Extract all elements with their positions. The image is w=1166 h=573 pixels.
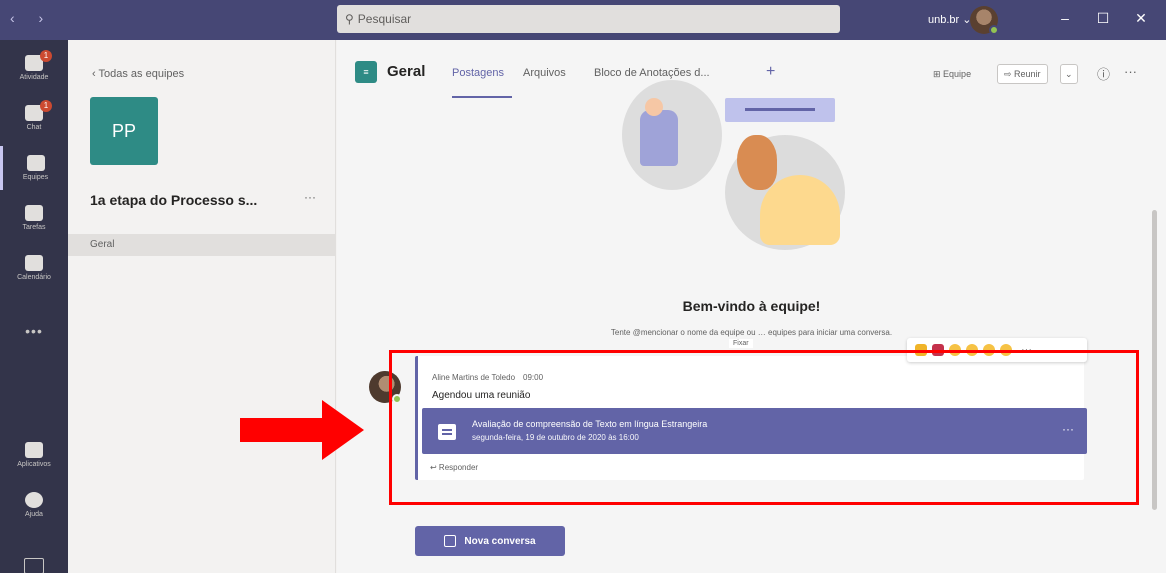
maximize-button[interactable]: ☐ (1093, 10, 1113, 27)
all-teams-link[interactable]: ‹ Todas as equipes (92, 68, 184, 80)
rail-item-calendar[interactable]: Calendário (0, 246, 68, 290)
illustration-person (760, 175, 840, 245)
notification-badge: 1 (40, 100, 52, 112)
info-icon[interactable]: ⓘ (1097, 64, 1110, 83)
illustration-person (640, 110, 678, 166)
tab-bloco-de-anotacoes[interactable]: Bloco de Anotações d... (594, 67, 710, 79)
channel-item-geral[interactable]: Geral (68, 234, 336, 256)
app-rail: Atividade 1 Chat 1 Equipes Tarefas Calen… (0, 40, 68, 573)
assignments-icon (25, 205, 43, 221)
rail-item-teams[interactable]: Equipes (0, 146, 68, 190)
rail-label: Aplicativos (17, 461, 51, 468)
meet-button[interactable]: ⇨ Reunir (997, 64, 1048, 84)
tenant-switcher[interactable]: unb.br ⌄ (928, 13, 971, 26)
rail-label: Chat (26, 124, 42, 131)
teams-pane: ‹ Todas as equipes PP 1a etapa do Proces… (68, 40, 336, 573)
teams-icon (26, 155, 45, 171)
team-avatar: PP (90, 97, 158, 165)
more-options-icon[interactable]: ··· (1124, 64, 1137, 79)
meet-button-label: Reunir (1014, 69, 1041, 79)
highlight-box (389, 350, 1139, 505)
rail-item-activity[interactable]: Atividade 1 (0, 46, 68, 90)
notification-badge: 1 (40, 50, 52, 62)
red-arrow-icon (240, 400, 364, 460)
illustration-card (725, 98, 835, 122)
channel-header: ≡ Geral Postagens Arquivos Bloco de Anot… (337, 40, 1166, 98)
team-button-label: Equipe (943, 69, 972, 79)
illustration-hair (737, 135, 777, 190)
presence-dot (989, 25, 999, 35)
rail-item-chat[interactable]: Chat 1 (0, 96, 68, 140)
title-bar: ‹ › ⚲ Pesquisar unb.br ⌄ – ☐ ✕ (0, 0, 1166, 40)
welcome-subtitle: Tente @mencionar o nome da equipe ou … e… (610, 328, 893, 337)
active-tab-indicator (452, 96, 512, 98)
tab-postagens[interactable]: Postagens (452, 67, 504, 79)
calendar-icon (25, 255, 43, 271)
team-icon: ⊞ (933, 68, 944, 79)
team-more-button[interactable]: ··· (304, 190, 316, 204)
channel-title: Geral (387, 63, 426, 80)
rail-item-help[interactable]: Ajuda (0, 483, 68, 527)
nav-arrows[interactable]: ‹ › (10, 10, 53, 26)
video-icon: ⇨ (1004, 68, 1015, 79)
device-icon[interactable] (24, 558, 44, 573)
compose-icon (444, 535, 457, 547)
close-button[interactable]: ✕ (1131, 10, 1151, 27)
tab-arquivos[interactable]: Arquivos (523, 67, 566, 79)
new-conversation-label: Nova conversa (464, 535, 536, 547)
rail-label: Calendário (17, 274, 51, 281)
rail-label: Atividade (19, 74, 49, 81)
rail-item-assignments[interactable]: Tarefas (0, 196, 68, 240)
search-input[interactable]: ⚲ Pesquisar (337, 5, 840, 33)
tooltip: Fixar (729, 339, 753, 348)
profile-avatar[interactable] (970, 6, 999, 35)
team-button[interactable]: ⊞ Equipe (927, 64, 977, 84)
apps-icon (25, 442, 43, 458)
help-icon (25, 492, 43, 508)
illustration-head (645, 98, 663, 116)
channel-icon: ≡ (355, 61, 377, 83)
welcome-title: Bem-vindo à equipe! (682, 298, 821, 314)
rail-label: Equipes (22, 174, 49, 181)
meet-dropdown-button[interactable]: ⌄ (1060, 64, 1078, 84)
search-placeholder: Pesquisar (357, 12, 412, 26)
search-icon: ⚲ (345, 12, 354, 26)
scrollbar[interactable] (1152, 210, 1157, 510)
rail-label: Ajuda (25, 511, 43, 518)
add-tab-button[interactable]: + (766, 63, 775, 81)
more-apps-button[interactable]: ••• (0, 323, 68, 339)
new-conversation-button[interactable]: Nova conversa (415, 526, 565, 556)
minimize-button[interactable]: – (1055, 10, 1075, 26)
rail-item-apps[interactable]: Aplicativos (0, 433, 68, 477)
team-name[interactable]: 1a etapa do Processo s... (90, 192, 257, 208)
rail-label: Tarefas (22, 224, 46, 231)
